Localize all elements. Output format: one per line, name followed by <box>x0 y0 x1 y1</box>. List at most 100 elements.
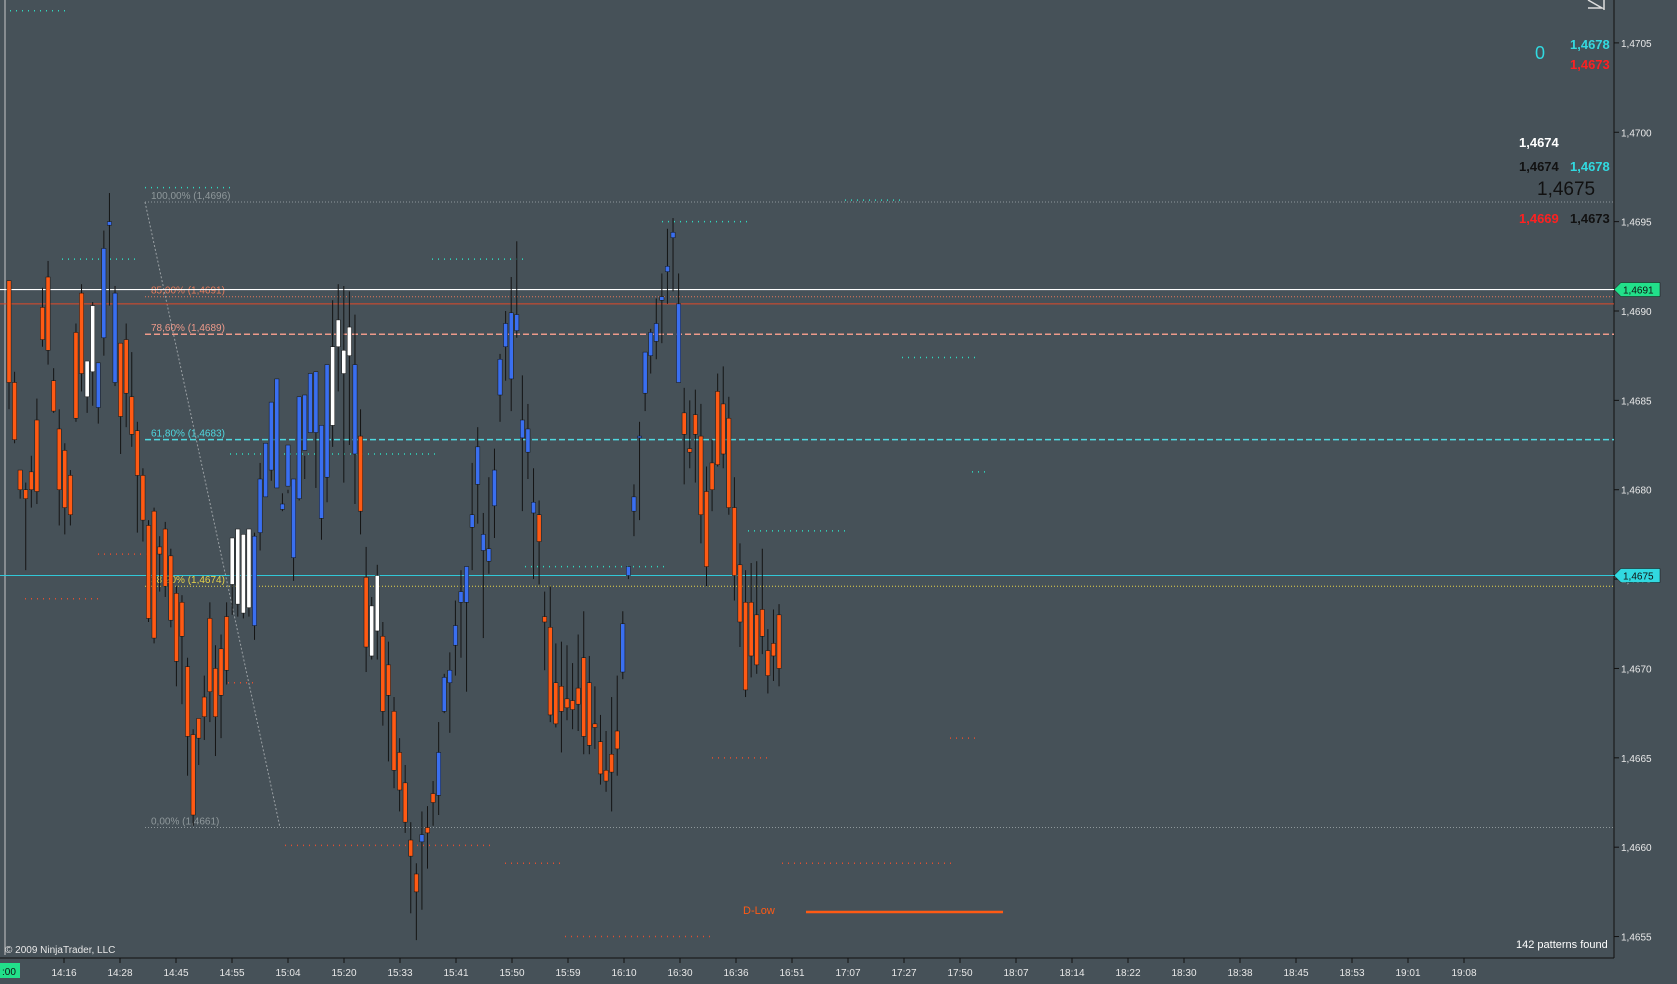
candle-body <box>720 403 726 455</box>
candle-body <box>224 616 229 671</box>
candle-body <box>274 378 280 489</box>
candle-body <box>614 730 620 750</box>
candle-body <box>397 752 402 791</box>
candle-body <box>737 564 743 623</box>
candle-body <box>570 700 575 710</box>
candle-body <box>34 419 40 492</box>
x-tick-label: 14:55 <box>219 968 244 979</box>
candle-body <box>492 469 497 507</box>
candle-body <box>207 618 213 692</box>
x-tick-label: 18:53 <box>1339 968 1364 979</box>
current-time-label: :00 <box>2 967 16 978</box>
candle-body <box>140 475 146 521</box>
y-tick-label: 1,4670 <box>1621 664 1652 675</box>
candle-body <box>653 323 659 342</box>
candle-body <box>146 525 151 619</box>
candle <box>380 621 386 726</box>
candle-body <box>525 428 531 453</box>
candle-body <box>425 827 430 834</box>
candle-body <box>631 496 637 512</box>
candle-body <box>285 444 291 487</box>
candle-body <box>436 752 442 796</box>
candle-body <box>296 396 302 499</box>
candle-body <box>56 428 62 490</box>
x-tick-label: 15:50 <box>499 968 524 979</box>
candle-body <box>458 591 464 603</box>
candle-body <box>704 491 709 567</box>
candle-body <box>123 339 129 394</box>
candle-body <box>402 782 408 823</box>
candle-body <box>162 528 168 587</box>
d-low-label: D-Low <box>743 905 775 917</box>
candle-body <box>419 834 425 843</box>
fib-level-label: 78,60% (1,4689) <box>151 323 225 334</box>
candle-body <box>218 648 224 696</box>
candle <box>151 507 157 644</box>
candle-body <box>17 469 23 490</box>
candle-body <box>23 489 29 499</box>
candle-body <box>759 609 765 637</box>
x-tick-label: 17:50 <box>947 968 972 979</box>
candle <box>190 729 196 826</box>
candle-body <box>413 873 419 893</box>
candle-body <box>430 793 436 803</box>
x-tick-label: 18:14 <box>1059 968 1084 979</box>
candle-body <box>665 266 670 272</box>
candle <box>241 534 246 619</box>
ask-value: 1,4678 <box>1570 37 1610 52</box>
candle-body <box>765 650 771 676</box>
candle <box>246 528 252 617</box>
x-tick-label: 15:20 <box>331 968 356 979</box>
candle-body <box>681 412 687 435</box>
candle-body <box>709 462 715 490</box>
candle-body <box>659 296 665 301</box>
candle-body <box>754 614 760 666</box>
candle-body <box>118 342 123 417</box>
candle-body <box>330 346 335 426</box>
candle-body <box>302 394 308 451</box>
price-tag-label: 1,4675 <box>1623 572 1654 583</box>
candle-body <box>726 417 732 508</box>
candle-body <box>369 605 375 657</box>
candle-body <box>134 430 140 476</box>
candle-body <box>586 682 592 746</box>
candle-body <box>575 687 581 705</box>
candle-body <box>40 307 45 340</box>
chart-background <box>0 0 1677 984</box>
candle-body <box>469 514 475 528</box>
candle-body <box>107 221 112 226</box>
price-chart[interactable]: 100,00% (1,4696) 85,00% (1,4691) 78,60% (1… <box>0 0 1677 984</box>
candle-body <box>363 577 369 648</box>
candle-body <box>497 359 503 396</box>
candle-body <box>313 371 319 433</box>
y-tick-label: 1,4705 <box>1621 39 1652 50</box>
y-tick-label: 1,4655 <box>1621 933 1652 944</box>
x-tick-label: 18:07 <box>1003 968 1028 979</box>
candle-body <box>235 528 241 605</box>
candle-body <box>508 312 514 380</box>
candle-body <box>84 360 90 398</box>
candle-body <box>241 534 246 614</box>
candle-body <box>6 280 12 383</box>
candle <box>101 230 107 356</box>
last-price-value: 1,4675 <box>1537 179 1596 200</box>
candle-body <box>592 723 598 728</box>
candle-body <box>553 682 559 725</box>
candle-body <box>447 669 453 684</box>
x-tick-label: 18:30 <box>1171 968 1196 979</box>
candle <box>307 373 313 433</box>
candle-body <box>263 443 269 498</box>
candle-body <box>732 507 737 576</box>
candle-body <box>196 718 202 739</box>
candle-body <box>168 555 174 621</box>
candle-body <box>185 666 190 737</box>
candle-body <box>252 535 257 626</box>
x-tick-label: 18:22 <box>1115 968 1140 979</box>
fib-level-label: 100,00% (1,4696) <box>151 191 231 202</box>
candle-body <box>453 625 458 646</box>
candle-body <box>670 232 676 238</box>
candle-body <box>268 401 274 471</box>
candle-body <box>531 501 536 514</box>
x-tick-label: 15:41 <box>443 968 468 979</box>
candle-body <box>374 575 380 632</box>
